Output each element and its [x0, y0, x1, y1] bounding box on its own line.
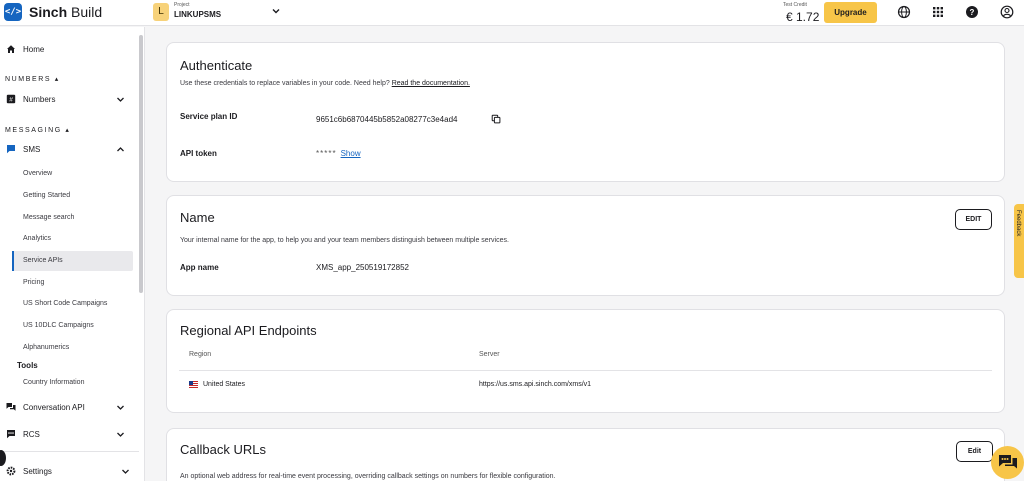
- documentation-link[interactable]: Read the documentation.: [392, 80, 470, 87]
- project-name[interactable]: LINKUPSMS: [174, 10, 221, 19]
- column-header-region: Region: [189, 351, 212, 358]
- sidebar-item-label: Home: [23, 45, 45, 54]
- copy-icon[interactable]: [491, 114, 501, 124]
- chat-icon: [999, 455, 1017, 469]
- edit-callback-button[interactable]: Edit: [956, 441, 993, 462]
- rcs-icon: [7, 430, 15, 439]
- feedback-tab[interactable]: Feedback: [1014, 204, 1024, 278]
- sidebar-item-service-apis[interactable]: Service APIs: [23, 257, 63, 264]
- sms-icon: [7, 145, 15, 154]
- sidebar-item-numbers[interactable]: # Numbers: [0, 89, 138, 109]
- callback-title: Callback URLs: [180, 442, 266, 457]
- feedback-label: Feedback: [1015, 210, 1021, 237]
- api-token-label: API token: [180, 149, 217, 158]
- section-numbers: NUMBERS ▴: [5, 76, 60, 83]
- edit-name-button[interactable]: EDIT: [955, 209, 992, 230]
- sidebar-item-label: RCS: [23, 430, 40, 439]
- chat-button[interactable]: [991, 446, 1024, 479]
- sidebar-item-us-short-code[interactable]: US Short Code Campaigns: [23, 300, 107, 307]
- project-caption: Project: [174, 2, 190, 8]
- regional-title: Regional API Endpoints: [180, 323, 317, 338]
- table-divider: [179, 370, 992, 371]
- chevron-down-icon[interactable]: [121, 467, 130, 476]
- credit-value: € 1.72: [786, 10, 820, 24]
- sidebar-item-message-search[interactable]: Message search: [23, 214, 74, 221]
- numbers-icon: #: [6, 94, 16, 104]
- settings-gear-icon: [6, 466, 16, 476]
- top-bar: </> Sinch Build L Project LINKUPSMS Test…: [0, 0, 1024, 26]
- chevron-down-icon[interactable]: [116, 430, 125, 439]
- sidebar-item-country-information[interactable]: Country Information: [23, 379, 84, 386]
- section-messaging: MESSAGING ▴: [5, 127, 71, 134]
- region-cell: United States: [203, 381, 246, 388]
- authenticate-card: Authenticate Use these credentials to re…: [166, 42, 1005, 182]
- sidebar-item-analytics[interactable]: Analytics: [23, 235, 51, 242]
- help-icon[interactable]: ?: [965, 5, 979, 19]
- name-description: Your internal name for the app, to help …: [180, 237, 509, 244]
- sidebar-item-us-10dlc[interactable]: US 10DLC Campaigns: [23, 322, 94, 329]
- sidebar-item-overview[interactable]: Overview: [23, 170, 52, 177]
- svg-text:#: #: [9, 97, 13, 104]
- api-token-value: ***** Show: [316, 149, 361, 158]
- home-icon: [7, 45, 15, 53]
- callback-description: An optional web address for real-time ev…: [180, 473, 556, 480]
- regional-endpoints-card: Regional API Endpoints Region Server Uni…: [166, 309, 1005, 413]
- brand-title[interactable]: Sinch Build: [29, 4, 102, 20]
- callback-urls-card: Callback URLs Edit An optional web addre…: [166, 428, 1005, 481]
- app-name-label: App name: [180, 263, 219, 272]
- sidebar-item-label: Conversation API: [23, 403, 85, 412]
- show-token-link[interactable]: Show: [341, 149, 361, 158]
- chevron-down-icon[interactable]: [271, 6, 281, 16]
- server-cell: https://us.sms.api.sinch.com/xms/v1: [479, 381, 592, 388]
- conversation-icon: [6, 403, 16, 411]
- chevron-down-icon[interactable]: [116, 95, 125, 104]
- us-flag-icon: [189, 381, 198, 388]
- sidebar-item-pricing[interactable]: Pricing: [23, 279, 44, 286]
- chevron-down-icon[interactable]: [116, 403, 125, 412]
- sidebar-scrollbar[interactable]: [139, 35, 143, 293]
- service-plan-value: 9651c6b6870445b5852a08277c3e4ad4: [316, 115, 458, 124]
- app-name-value: XMS_app_250519172852: [316, 263, 409, 272]
- sidebar-item-label: SMS: [23, 145, 41, 154]
- project-avatar[interactable]: L: [153, 3, 169, 21]
- chevron-up-icon[interactable]: [116, 145, 125, 154]
- active-item-indicator: [12, 251, 14, 271]
- sidebar-item-settings[interactable]: Settings: [0, 461, 145, 481]
- sidebar-item-getting-started[interactable]: Getting Started: [23, 192, 70, 199]
- svg-text:?: ?: [970, 8, 975, 17]
- apps-grid-icon[interactable]: [931, 5, 945, 19]
- sidebar-item-alphanumerics[interactable]: Alphanumerics: [23, 344, 69, 351]
- sinch-logo-icon[interactable]: </>: [4, 3, 22, 21]
- sidebar-item-sms[interactable]: SMS: [0, 139, 138, 159]
- sidebar-item-label: Settings: [23, 467, 52, 476]
- column-header-server: Server: [479, 351, 500, 358]
- sidebar-item-conversation-api[interactable]: Conversation API: [0, 397, 138, 417]
- sidebar-item-label: Numbers: [23, 95, 56, 104]
- name-card: Name EDIT Your internal name for the app…: [166, 195, 1005, 296]
- account-icon[interactable]: [1000, 5, 1014, 19]
- api-token-mask: *****: [316, 149, 337, 158]
- tools-heading: Tools: [17, 361, 38, 370]
- sidebar: Home NUMBERS ▴ # Numbers MESSAGING ▴ SMS…: [0, 27, 145, 481]
- authenticate-description: Use these credentials to replace variabl…: [180, 80, 470, 87]
- name-title: Name: [180, 210, 215, 225]
- sidebar-item-home[interactable]: Home: [0, 39, 138, 59]
- authenticate-title: Authenticate: [180, 58, 253, 73]
- upgrade-button[interactable]: Upgrade: [824, 2, 877, 23]
- sidebar-divider: [0, 451, 139, 452]
- globe-icon[interactable]: [897, 5, 911, 19]
- service-plan-label: Service plan ID: [180, 112, 238, 121]
- sidebar-item-rcs[interactable]: RCS: [0, 424, 138, 444]
- credit-label: Test Credit: [783, 2, 807, 8]
